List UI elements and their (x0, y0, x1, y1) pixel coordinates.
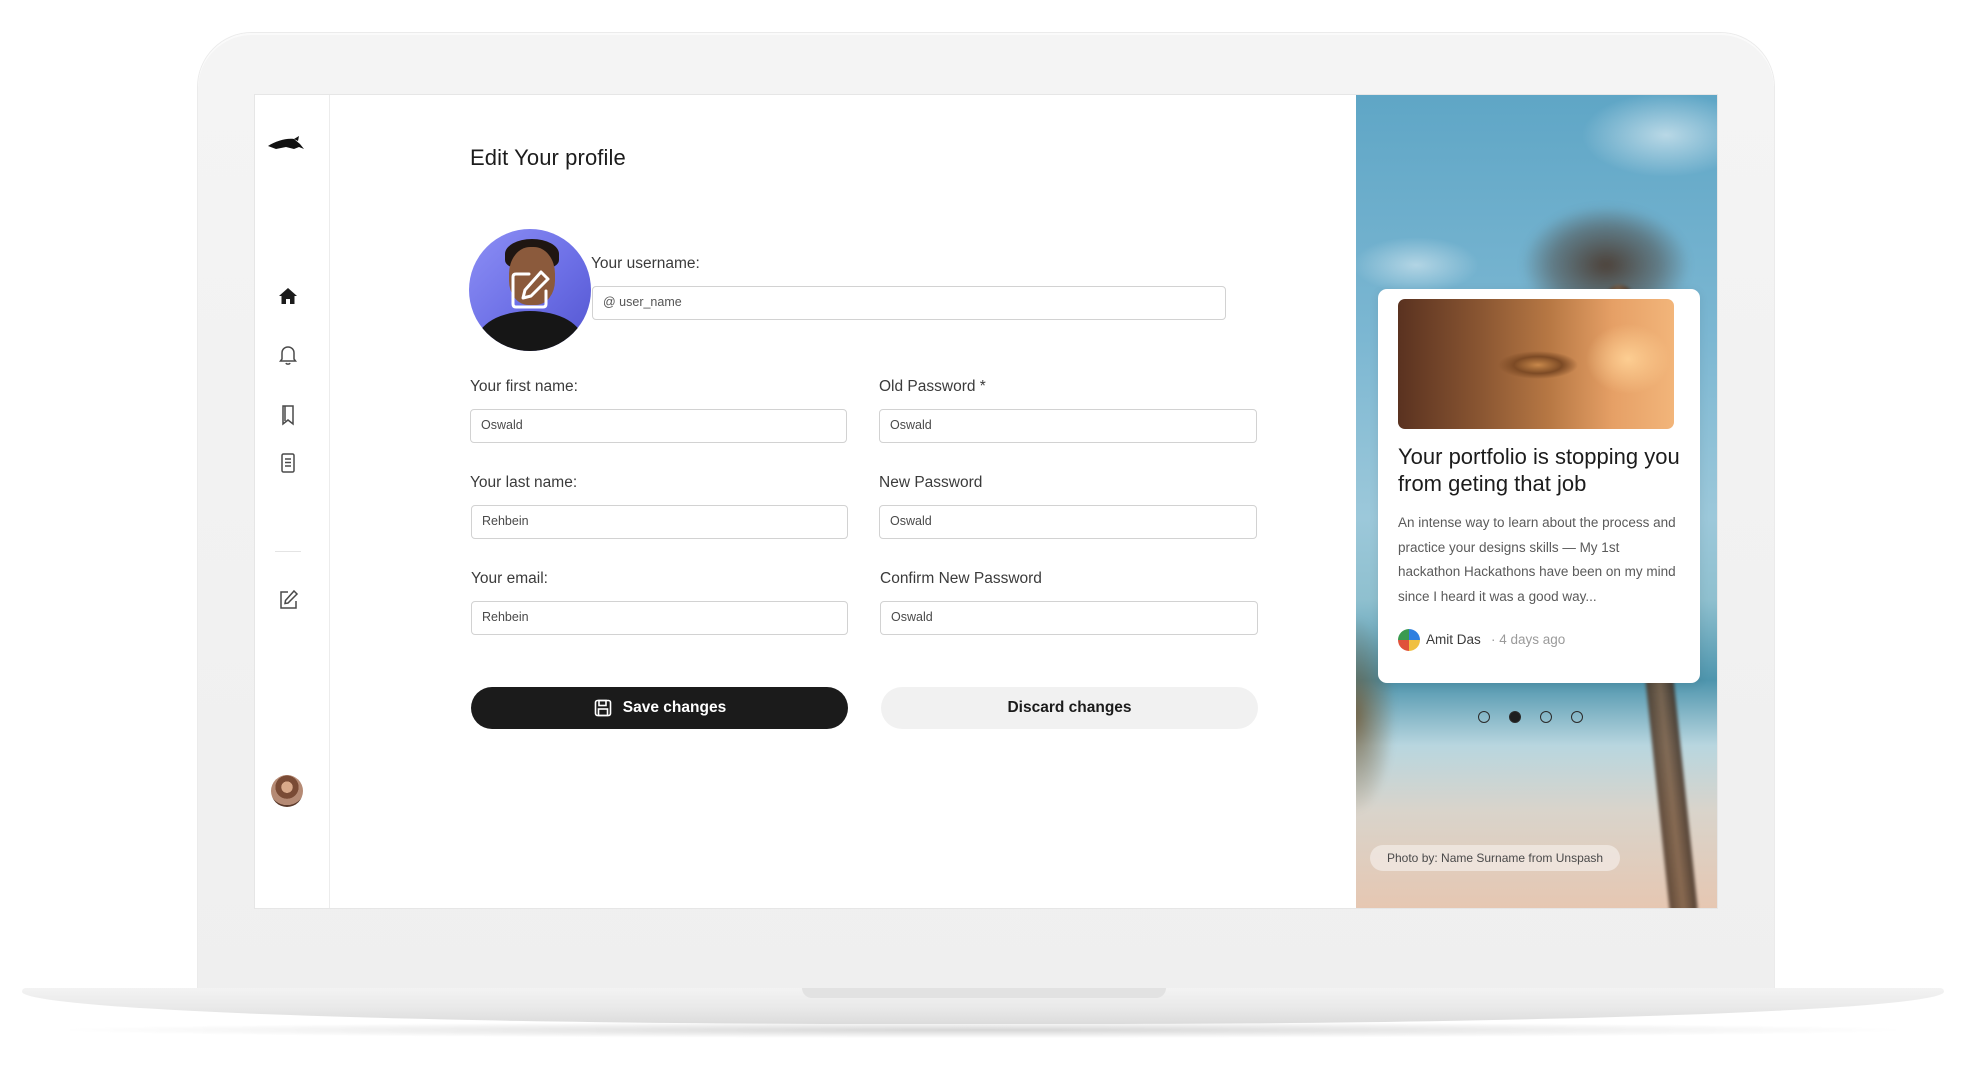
save-icon (594, 699, 612, 717)
carousel-dot[interactable] (1478, 711, 1490, 723)
photo-credit[interactable]: Photo by: Name Surname from Unspash (1370, 845, 1621, 871)
last-name-input[interactable]: Rehbein (471, 505, 848, 539)
username-label: Your username: (591, 255, 700, 272)
bookmark-icon[interactable] (275, 402, 301, 428)
article-title: Your portfolio is stopping you from geti… (1398, 444, 1680, 496)
user-avatar[interactable] (271, 775, 303, 807)
sidebar-divider (275, 551, 301, 552)
main-content: Edit Your profile Your username: @ user_… (329, 95, 1359, 908)
carousel-dots (1478, 711, 1583, 723)
first-name-input[interactable]: Oswald (470, 409, 847, 443)
edit-photo-icon[interactable] (507, 267, 553, 313)
confirm-password-input[interactable]: Oswald (880, 601, 1258, 635)
discard-button[interactable]: Discard changes (881, 687, 1258, 729)
last-name-label: Your last name: (470, 474, 578, 491)
save-button-label: Save changes (622, 699, 727, 716)
app-screen: Edit Your profile Your username: @ user_… (255, 95, 1717, 908)
confirm-password-label: Confirm New Password (880, 570, 1042, 587)
page-title: Edit Your profile (470, 145, 626, 170)
email-label: Your email: (471, 570, 548, 587)
article-image (1398, 299, 1674, 429)
carousel-dot[interactable] (1540, 711, 1552, 723)
email-input[interactable]: Rehbein (471, 601, 848, 635)
author-avatar (1398, 629, 1420, 651)
article-card[interactable]: Your portfolio is stopping you from geti… (1378, 289, 1700, 683)
new-password-label: New Password (879, 474, 983, 491)
carousel-dot[interactable] (1571, 711, 1583, 723)
first-name-label: Your first name: (470, 378, 578, 395)
home-icon[interactable] (275, 283, 301, 309)
laptop-notch (802, 988, 1166, 998)
sidebar (255, 95, 330, 908)
photo-panel: Your portfolio is stopping you from geti… (1356, 95, 1717, 908)
profile-photo[interactable] (469, 229, 591, 351)
bell-icon[interactable] (275, 342, 301, 368)
article-time: · 4 days ago (1491, 632, 1566, 647)
old-password-label: Old Password * (879, 378, 986, 395)
edit-icon[interactable] (275, 587, 301, 613)
laptop-shadow (70, 1022, 1896, 1038)
save-button[interactable]: Save changes (471, 687, 848, 729)
username-input[interactable]: @ user_name (592, 286, 1226, 320)
profile-photo-shoulders (477, 311, 583, 351)
logo-icon[interactable] (266, 135, 306, 155)
new-password-input[interactable]: Oswald (879, 505, 1257, 539)
carousel-dot-active[interactable] (1509, 711, 1521, 723)
article-description: An intense way to learn about the proces… (1398, 515, 1676, 604)
document-icon[interactable] (275, 450, 301, 476)
old-password-input[interactable]: Oswald (879, 409, 1257, 443)
article-author: Amit Das (1426, 632, 1481, 647)
discard-button-label: Discard changes (1007, 699, 1132, 716)
